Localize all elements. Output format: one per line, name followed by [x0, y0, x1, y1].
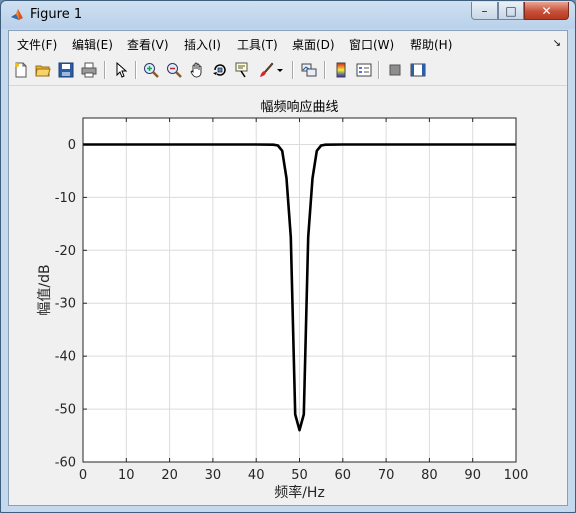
chart-title: 幅频响应曲线 [260, 99, 338, 115]
figure-canvas[interactable]: 0 10 20 30 40 50 60 70 80 90 100 0 -10 -20 -30 -40 -50 -6… [9, 86, 567, 505]
minimize-button[interactable]: – [471, 2, 498, 20]
y-tick-label: -40 [55, 350, 76, 365]
toolbar-separator [378, 61, 380, 79]
pointer-icon[interactable] [110, 59, 132, 81]
save-icon[interactable] [55, 59, 77, 81]
y-tick-label: -60 [55, 456, 76, 471]
hide-plot-tools-icon[interactable] [384, 59, 406, 81]
y-axis-label: 幅值/dB [37, 264, 53, 315]
menu-help[interactable]: 帮助(H) [410, 36, 452, 53]
maximize-button[interactable]: □ [498, 2, 524, 20]
menu-desktop[interactable]: 桌面(D) [292, 36, 335, 53]
menu-tools[interactable]: 工具(T) [237, 36, 278, 53]
close-icon: ✕ [541, 3, 552, 18]
toolbar [9, 56, 567, 86]
matlab-logo-icon [11, 9, 23, 20]
colorbar-icon[interactable] [330, 59, 352, 81]
x-tick-label: 20 [161, 468, 178, 483]
toolbar-separator [292, 61, 294, 79]
x-tick-label: 0 [79, 468, 87, 483]
figure-window: Figure 1 – □ ✕ 文件(F) 编辑(E) 查看(V) 插入(I) 工… [0, 0, 576, 513]
menu-view[interactable]: 查看(V) [127, 36, 169, 53]
print-icon[interactable] [78, 59, 100, 81]
toolbar-separator [324, 61, 326, 79]
open-file-icon[interactable] [32, 59, 54, 81]
x-tick-label: 30 [205, 468, 222, 483]
x-tick-label: 60 [335, 468, 352, 483]
legend-icon[interactable] [353, 59, 375, 81]
axes-plot[interactable]: 0 10 20 30 40 50 60 70 80 90 100 0 -10 -20 -30 -40 -50 -6… [9, 86, 567, 505]
x-tick-label: 90 [464, 468, 481, 483]
data-cursor-icon[interactable] [232, 59, 254, 81]
new-figure-icon[interactable] [10, 59, 32, 81]
x-axis-label: 频率/Hz [274, 484, 325, 501]
x-tick-label: 40 [248, 468, 265, 483]
brush-icon[interactable] [255, 59, 277, 81]
x-tick-label: 70 [378, 468, 395, 483]
title-bar[interactable]: Figure 1 – □ ✕ [1, 1, 575, 29]
menu-file[interactable]: 文件(F) [17, 36, 57, 53]
maximize-icon: □ [505, 3, 517, 18]
brush-dropdown-icon[interactable] [275, 59, 285, 81]
figure-client-area: 文件(F) 编辑(E) 查看(V) 插入(I) 工具(T) 桌面(D) 窗口(W… [8, 30, 568, 506]
pan-icon[interactable] [186, 59, 208, 81]
zoom-out-icon[interactable] [163, 59, 185, 81]
dock-arrow-icon[interactable]: ↘ [553, 38, 561, 49]
window-title: Figure 1 [30, 7, 83, 22]
rotate-3d-icon[interactable] [209, 59, 231, 81]
x-tick-label: 50 [291, 468, 308, 483]
menu-edit[interactable]: 编辑(E) [72, 36, 113, 53]
y-tick-label: -10 [55, 191, 76, 206]
zoom-in-icon[interactable] [140, 59, 162, 81]
y-tick-label: 0 [68, 138, 76, 153]
y-tick-label: -20 [55, 244, 76, 259]
menu-insert[interactable]: 插入(I) [184, 36, 221, 53]
show-plot-tools-icon[interactable] [407, 59, 429, 81]
y-tick-label: -50 [55, 403, 76, 418]
menu-bar: 文件(F) 编辑(E) 查看(V) 插入(I) 工具(T) 桌面(D) 窗口(W… [9, 31, 567, 56]
link-plot-icon[interactable] [298, 59, 320, 81]
toolbar-separator [135, 61, 137, 79]
menu-window[interactable]: 窗口(W) [349, 36, 394, 53]
toolbar-separator [104, 61, 106, 79]
y-tick-label: -30 [55, 297, 76, 312]
minimize-icon: – [481, 3, 488, 18]
x-tick-label: 80 [421, 468, 438, 483]
x-tick-label: 100 [504, 468, 529, 483]
x-tick-label: 10 [118, 468, 135, 483]
close-button[interactable]: ✕ [524, 2, 569, 20]
